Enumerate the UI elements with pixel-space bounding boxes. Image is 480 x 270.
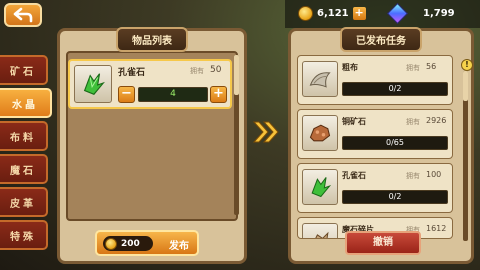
publish-cost: 200 bbox=[103, 236, 153, 251]
cancel-task-button[interactable]: 撤销 bbox=[345, 231, 421, 255]
task-owned-count: 100 bbox=[426, 170, 442, 179]
owned-label: 拥有 bbox=[190, 67, 204, 75]
decrease-quantity-button[interactable]: − bbox=[118, 86, 135, 103]
magic-stone-fragment-icon bbox=[302, 223, 338, 238]
task-item-name: 铜矿石 bbox=[342, 117, 366, 126]
task-item-name: 粗布 bbox=[342, 63, 358, 72]
tab-magic-stone[interactable]: 魔石 bbox=[0, 154, 48, 184]
cost-amount: 200 bbox=[121, 238, 140, 249]
gem-amount: 1,799 bbox=[423, 7, 455, 19]
gem-icon bbox=[386, 2, 409, 24]
malachite-icon bbox=[74, 65, 112, 103]
task-row[interactable]: 铜矿石 拥有 2926 0/65 bbox=[297, 109, 453, 159]
task-owned-label: 拥有 bbox=[406, 118, 420, 126]
task-progress: 0/65 bbox=[342, 136, 448, 150]
increase-quantity-button[interactable]: + bbox=[210, 86, 227, 103]
coin-icon bbox=[298, 5, 313, 21]
malachite-icon bbox=[302, 169, 338, 205]
item-list-panel: 物品列表 孔雀石 拥有 50 − 4 + bbox=[57, 27, 247, 264]
publish-button[interactable]: 200 发布 bbox=[95, 230, 199, 256]
coin-icon bbox=[105, 237, 117, 250]
info-button[interactable]: ! bbox=[461, 59, 473, 71]
tab-ore[interactable]: 矿石 bbox=[0, 55, 48, 85]
tab-cloth[interactable]: 布料 bbox=[0, 121, 48, 151]
copper-ore-icon bbox=[302, 115, 338, 151]
tasks-scrollbar[interactable] bbox=[463, 71, 468, 241]
item-list-scrollbar[interactable] bbox=[234, 55, 239, 215]
tab-special[interactable]: 特殊 bbox=[0, 220, 48, 250]
publish-label: 发布 bbox=[169, 241, 189, 252]
task-row[interactable]: 粗布 拥有 56 0/2 bbox=[297, 55, 453, 105]
category-tabs: 矿石 水晶 布料 魔石 皮革 特殊 bbox=[0, 55, 52, 253]
back-arrow-icon bbox=[13, 7, 33, 23]
task-owned-label: 拥有 bbox=[406, 64, 420, 72]
coin-amount: 6,121 bbox=[317, 7, 349, 19]
task-owned-count: 2926 bbox=[426, 116, 447, 125]
task-item-name: 孔雀石 bbox=[342, 171, 366, 180]
item-row-malachite[interactable]: 孔雀石 拥有 50 − 4 + bbox=[68, 59, 232, 109]
item-list-scroll-thumb[interactable] bbox=[234, 55, 239, 95]
tasks-scroll-thumb[interactable] bbox=[463, 71, 468, 101]
published-tasks-panel: 已发布任务 粗布 拥有 56 0/2 铜矿石 拥有 2926 0/65 孔雀石 … bbox=[288, 27, 474, 264]
tab-leather[interactable]: 皮革 bbox=[0, 187, 48, 217]
double-chevron-right-icon bbox=[252, 121, 279, 143]
coin-counter: 6,121 + bbox=[298, 4, 366, 22]
task-row[interactable]: 孔雀石 拥有 100 0/2 bbox=[297, 163, 453, 213]
task-owned-label: 拥有 bbox=[406, 172, 420, 180]
owned-count: 50 bbox=[210, 65, 222, 75]
item-name: 孔雀石 bbox=[118, 68, 146, 78]
published-tasks-title: 已发布任务 bbox=[340, 27, 422, 52]
item-list-title: 物品列表 bbox=[116, 27, 188, 52]
tab-crystal[interactable]: 水晶 bbox=[0, 88, 52, 118]
task-owned-count: 1612 bbox=[426, 224, 447, 233]
cloth-icon bbox=[302, 61, 338, 97]
add-coins-button[interactable]: + bbox=[352, 6, 366, 20]
task-owned-count: 56 bbox=[426, 62, 437, 71]
task-progress: 0/2 bbox=[342, 82, 448, 96]
quantity-field[interactable]: 4 bbox=[138, 87, 208, 102]
gem-counter: 1,799 bbox=[386, 2, 455, 24]
task-progress: 0/2 bbox=[342, 190, 448, 204]
back-button[interactable] bbox=[4, 3, 42, 27]
